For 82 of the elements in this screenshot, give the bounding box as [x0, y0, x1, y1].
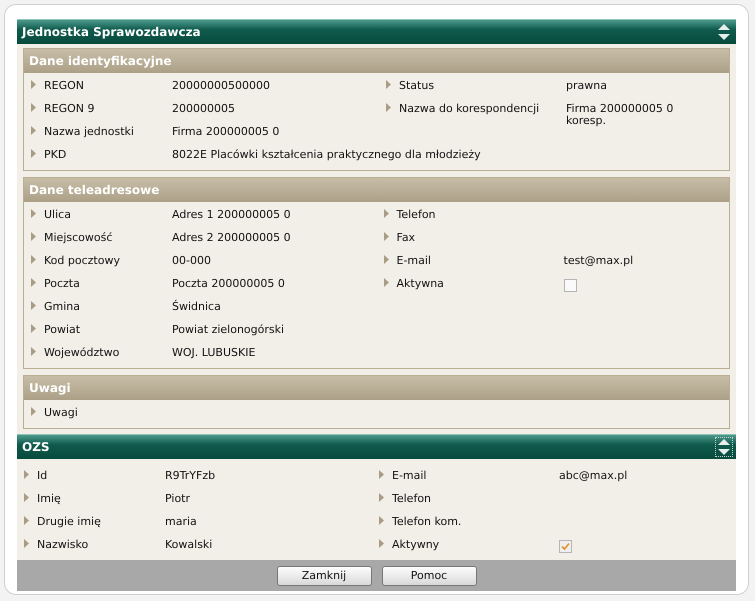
bullet-arrow-icon: [384, 255, 388, 264]
bullet-arrow-icon: [31, 103, 36, 112]
field-value: Poczta 200000005 0: [172, 278, 285, 290]
checkbox[interactable]: [559, 540, 572, 553]
field-label: Powiat: [44, 324, 82, 336]
bullet-arrow-icon: [384, 209, 388, 218]
bullet-arrow-icon: [379, 516, 384, 525]
field-value: maria: [165, 516, 197, 528]
bullet-arrow-icon: [24, 516, 29, 525]
field-label: Aktywny: [392, 539, 440, 551]
field-label: Drugie imię: [37, 516, 102, 528]
field-label: Nazwisko: [37, 539, 90, 551]
field-value: Kowalski: [165, 539, 212, 551]
field-label: Nazwa do korespondencji: [399, 103, 540, 115]
checkbox[interactable]: [564, 279, 576, 292]
field-label: REGON 9: [44, 103, 96, 115]
collapse-icon[interactable]: [716, 438, 732, 456]
field-value: Firma 200000005 0 koresp.: [566, 103, 674, 127]
bullet-arrow-icon: [24, 470, 29, 479]
field-label: E-mail: [392, 470, 428, 482]
field-value: prawna: [566, 80, 607, 92]
field-label: REGON: [44, 80, 86, 92]
field-value: 20000000500000: [172, 80, 270, 92]
bullet-arrow-icon: [31, 255, 36, 264]
field-label: Poczta: [44, 278, 81, 290]
field-label: PKD: [44, 149, 68, 161]
bullet-arrow-icon: [24, 539, 29, 548]
field-label: Telefon kom.: [392, 516, 462, 528]
field-label: Telefon: [396, 209, 437, 221]
section-header: Uwagi: [24, 376, 729, 400]
field-value: Firma 200000005 0: [172, 126, 280, 138]
section-header: Dane teleadresowe: [24, 178, 729, 202]
bullet-arrow-icon: [386, 103, 391, 112]
field-label: Nazwa jednostki: [44, 126, 135, 138]
field-value: Adres 2 200000005 0: [172, 232, 291, 244]
bullet-arrow-icon: [31, 149, 36, 158]
field-label: Miejscowość: [44, 232, 114, 244]
bullet-arrow-icon: [31, 232, 36, 241]
field-value: test@max.pl: [564, 255, 634, 267]
field-value: 200000005: [172, 103, 235, 115]
bullet-arrow-icon: [384, 278, 388, 287]
field-label: Imię: [37, 493, 62, 505]
bullet-arrow-icon: [386, 80, 391, 89]
field-label: Gmina: [44, 301, 82, 313]
field-label: Ulica: [44, 209, 72, 221]
collapse-icon[interactable]: [716, 23, 732, 41]
field-label: Id: [37, 470, 48, 482]
field-label: Województwo: [44, 347, 120, 359]
field-label: Telefon: [392, 493, 432, 505]
field-value: Piotr: [165, 493, 190, 505]
bullet-arrow-icon: [379, 539, 384, 548]
bullet-arrow-icon: [31, 209, 36, 218]
field-label: Status: [399, 80, 436, 92]
field-value: Adres 1 200000005 0: [172, 209, 291, 221]
bullet-arrow-icon: [31, 126, 36, 135]
field-value: 00-000: [172, 255, 211, 267]
bullet-arrow-icon: [384, 232, 388, 241]
field-value: 8022E Placówki kształcenia praktycznego dla młodzieży: [172, 149, 481, 161]
field-value: abc@max.pl: [559, 470, 628, 482]
bullet-arrow-icon: [31, 347, 36, 356]
dialog-button[interactable]: Zamknij: [276, 566, 372, 586]
bullet-arrow-icon: [31, 80, 36, 89]
dialog-button[interactable]: Pomoc: [382, 566, 476, 586]
bullet-arrow-icon: [379, 493, 384, 502]
field-label: Aktywna: [396, 278, 445, 290]
panel-title: Jednostka Sprawozdawcza: [22, 25, 201, 39]
bullet-arrow-icon: [24, 493, 29, 502]
bullet-arrow-icon: [31, 324, 36, 333]
field-value: Świdnica: [172, 301, 221, 313]
bullet-arrow-icon: [379, 470, 384, 479]
field-value: WOJ. LUBUSKIE: [172, 347, 256, 359]
field-label: Uwagi: [44, 407, 79, 419]
field-value: Powiat zielonogórski: [172, 324, 284, 336]
field-label: E-mail: [396, 255, 432, 267]
field-label: Fax: [396, 232, 416, 244]
bullet-arrow-icon: [31, 301, 36, 310]
field-label: Kod pocztowy: [44, 255, 121, 267]
panel-title: OZS: [22, 440, 50, 454]
field-value: R9TrYFzb: [165, 470, 216, 482]
bullet-arrow-icon: [31, 407, 36, 416]
bullet-arrow-icon: [31, 278, 36, 287]
section-header: Dane identyfikacyjne: [24, 49, 729, 73]
